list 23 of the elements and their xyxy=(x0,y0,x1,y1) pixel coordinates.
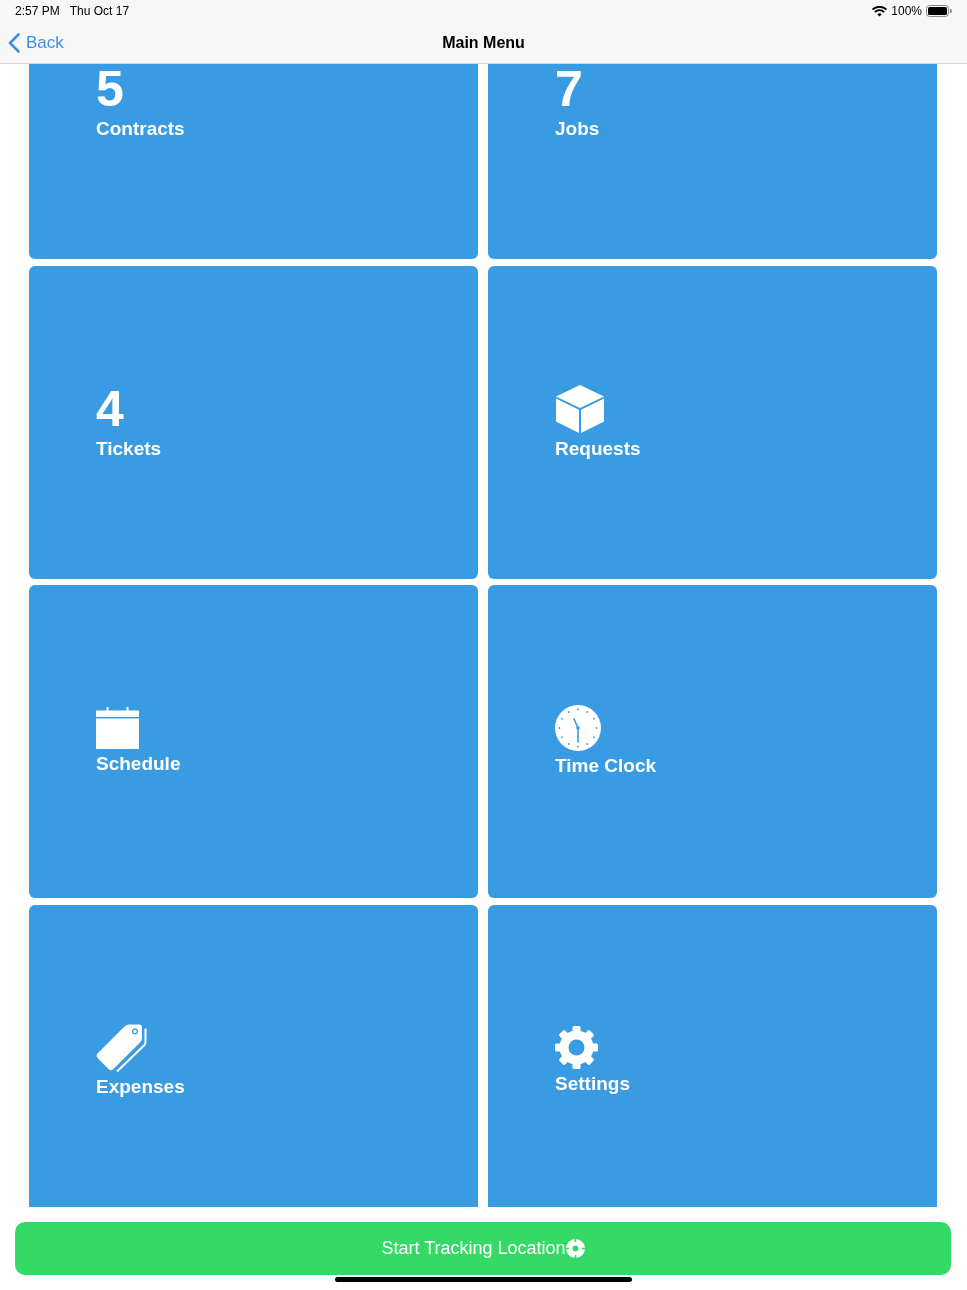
menu-tile[interactable]: Expenses xyxy=(29,904,478,1207)
crosshair-icon xyxy=(565,1239,585,1258)
wifi-icon xyxy=(872,5,888,17)
menu-tile[interactable]: Schedule xyxy=(29,585,478,898)
back-button[interactable]: Back xyxy=(8,29,64,56)
navigation-title: Main Menu xyxy=(442,32,525,53)
clock-icon xyxy=(555,705,601,751)
start-tracking-button[interactable]: Start Tracking Location xyxy=(15,1222,951,1275)
menu-tile[interactable]: 4 Tickets xyxy=(29,265,478,579)
status-date: Thu Oct 17 xyxy=(69,3,130,20)
battery-icon xyxy=(926,5,952,17)
menu-tile[interactable]: 5 Contracts xyxy=(29,64,478,259)
status-time: 2:57 PM xyxy=(15,3,60,20)
back-chevron-icon xyxy=(8,32,20,53)
gear-icon xyxy=(555,1026,598,1069)
menu-tile[interactable]: Settings xyxy=(488,904,937,1207)
tag-icon xyxy=(96,1023,147,1072)
cube-icon xyxy=(555,383,605,434)
calendar-icon xyxy=(96,707,139,749)
battery-percent: 100% xyxy=(891,3,922,20)
menu-tile[interactable]: Requests xyxy=(488,265,937,579)
menu-tile[interactable]: 7 Jobs xyxy=(488,64,937,259)
menu-tile[interactable]: Time Clock xyxy=(488,585,937,898)
